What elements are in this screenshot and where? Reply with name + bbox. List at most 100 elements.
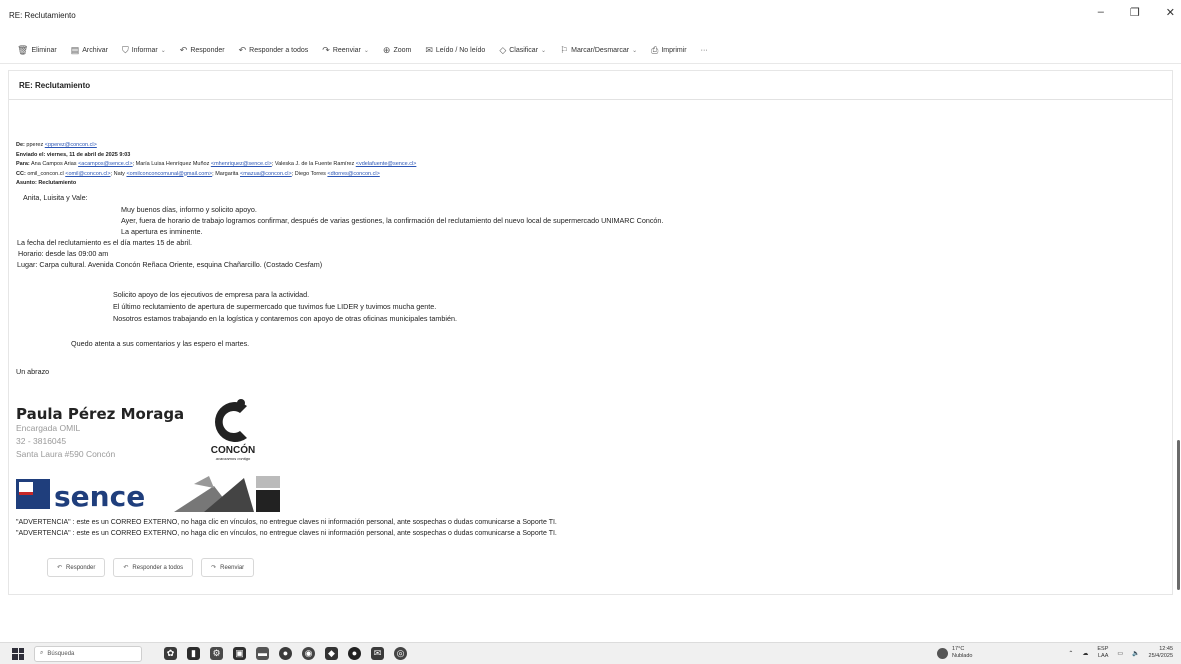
cc-email-link[interactable]: <omilconconcomunal@gmail.com>: [126, 171, 212, 177]
reply-all-bottom-button[interactable]: ↶ Responder a todos: [113, 558, 194, 577]
cc-email-link[interactable]: <dtorres@concon.cl>: [327, 171, 379, 177]
reply-icon: ↶: [179, 45, 188, 55]
sence-logo: sence: [16, 479, 145, 511]
taskbar-apps: ✿ ▮ ⚙ ▣ ▬ ● ◉ ◆ ● ✉ ◎: [164, 647, 407, 660]
body-line: Muy buenos días, informo y solicito apoy…: [121, 205, 257, 214]
cc-line: CC: omil_concon.cl <omil@concon.cl>; Nat…: [16, 170, 380, 177]
flag-icon: ⚐: [560, 45, 569, 55]
report-button[interactable]: ⛉ Informar ⌄: [115, 41, 173, 61]
body-line: El último reclutamiento de apertura de s…: [113, 302, 437, 311]
outlook-app-icon[interactable]: ✉: [371, 647, 384, 660]
concon-logo-tagline: avanzamos contigo: [216, 456, 251, 461]
forward-button[interactable]: ↷ Reenviar ⌄: [315, 41, 376, 61]
read-unread-button[interactable]: ✉ Leído / No leído: [418, 41, 492, 61]
cc-email-link[interactable]: <mazua@concon.cl>: [240, 171, 292, 177]
body-line: Ayer, fuera de horario de trabajo logram…: [121, 216, 664, 225]
to-line: Para: Ana Campos Arias <acampos@sence.cl…: [16, 161, 417, 167]
archive-icon: ▤: [70, 45, 80, 55]
network-icon[interactable]: ☁: [1082, 650, 1088, 657]
reply-actions: ↶ Responder ↶ Responder a todos ↷ Reenviar: [47, 558, 255, 577]
browser-app-icon[interactable]: ●: [279, 647, 292, 660]
body-line: Lugar: Carpa cultural. Avenida Concón Re…: [17, 260, 323, 269]
app-icon[interactable]: ⚙: [210, 647, 223, 660]
clock[interactable]: 12:45 25/4/2025: [1149, 646, 1173, 660]
reply-all-icon: ↶: [238, 45, 247, 55]
external-email-warning: "ADVERTENCIA" : este es un CORREO EXTERN…: [16, 530, 557, 537]
app-icon[interactable]: ●: [348, 647, 361, 660]
signature-role: Encargada OMIL: [16, 423, 81, 433]
taskbar-search[interactable]: ⌕ Búsqueda: [34, 645, 142, 662]
recipient-email-link[interactable]: <mhenriquez@sence.cl>: [211, 161, 272, 167]
envelope-open-icon: ✉: [425, 45, 433, 55]
reply-button[interactable]: ↶ Responder: [173, 41, 232, 61]
body-line: La apertura es inminente.: [121, 227, 203, 236]
forward-icon: ↷: [211, 565, 217, 571]
weather-widget[interactable]: 17°C Nublado: [937, 646, 973, 660]
sence-logo-text: sence: [54, 480, 145, 511]
weather-icon: [937, 647, 948, 659]
forward-bottom-button[interactable]: ↷ Reenviar: [201, 558, 255, 577]
chevron-down-icon: ⌄: [160, 48, 166, 54]
message-toolbar: 🗑 Eliminar ▤ Archivar ⛉ Informar ⌄ ↶ Responde…: [0, 38, 1181, 64]
body-closing: Un abrazo: [16, 367, 50, 376]
external-email-warning: "ADVERTENCIA" : este es un CORREO EXTERN…: [16, 519, 557, 526]
volume-icon[interactable]: 🔈: [1132, 650, 1139, 657]
window-controls: – ❐ ✕: [1098, 6, 1175, 19]
signature-phone: 32 - 3816045: [16, 436, 67, 446]
decorative-graphic-logo: [174, 476, 280, 512]
signature-address: Santa Laura #590 Concón: [16, 449, 116, 459]
body-greeting: Anita, Luisita y Vale:: [23, 193, 88, 202]
delete-button[interactable]: 🗑 Eliminar: [10, 41, 64, 61]
categorize-button[interactable]: ◇ Clasificar ⌄: [492, 41, 553, 61]
divider: [9, 99, 1172, 100]
forward-icon: ↷: [322, 45, 330, 55]
windows-taskbar: ⌕ Búsqueda ✿ ▮ ⚙ ▣ ▬ ● ◉ ◆ ● ✉ ◎ 17°C Nu…: [0, 642, 1181, 664]
body-line: Horario: desde las 09:00 am: [18, 249, 109, 258]
reading-pane: RE: Reclutamiento De: pperez <pperez@con…: [8, 70, 1173, 595]
cc-email-link[interactable]: <omil@concon.cl>: [65, 171, 110, 177]
body-line: Quedo atenta a sus comentarios y las esp…: [71, 339, 250, 348]
browser-app-icon[interactable]: ◉: [302, 647, 315, 660]
start-button[interactable]: [12, 647, 24, 660]
recipient-email-link[interactable]: <vdelafuente@sence.cl>: [356, 161, 417, 167]
flag-button[interactable]: ⚐ Marcar/Desmarcar ⌄: [553, 41, 644, 61]
recipient-email-link[interactable]: <acampos@sence.cl>: [78, 161, 133, 167]
search-icon: ⌕: [40, 650, 44, 656]
chevron-down-icon: ⌄: [363, 48, 369, 54]
monitor-icon[interactable]: ▭: [1117, 650, 1123, 657]
print-button[interactable]: ⎙ Imprimir: [644, 41, 693, 61]
message-subject: RE: Reclutamiento: [19, 81, 91, 90]
app-icon[interactable]: ▣: [233, 647, 246, 660]
concon-logo: CONCÓN avanzamos contigo: [211, 399, 255, 461]
more-options-button[interactable]: ···: [694, 41, 715, 61]
window-title: RE: Reclutamiento: [9, 10, 76, 20]
chevron-up-icon[interactable]: ⌃: [1068, 650, 1073, 657]
from-email-link[interactable]: <pperez@concon.cl>: [45, 142, 97, 148]
app-icon[interactable]: ▬: [256, 647, 269, 660]
reply-all-button[interactable]: ↶ Responder a todos: [232, 41, 316, 61]
file-explorer-app-icon[interactable]: ▮: [187, 647, 200, 660]
body-line: La fecha del reclutamiento es el día mar…: [17, 238, 192, 247]
title-bar: RE: Reclutamiento – ❐ ✕: [0, 0, 1181, 30]
reply-icon: ↶: [57, 565, 63, 571]
close-button[interactable]: ✕: [1166, 6, 1175, 19]
vertical-scrollbar[interactable]: [1177, 440, 1180, 590]
archive-button[interactable]: ▤ Archivar: [64, 41, 115, 61]
app-icon[interactable]: ◎: [394, 647, 407, 660]
zoom-button[interactable]: ⊕ Zoom: [376, 41, 418, 61]
system-tray: ⌃ ☁ ESP LAA ▭ 🔈 12:45 25/4/2025: [1068, 646, 1173, 660]
subject-line: Asunto: Reclutamiento: [16, 180, 77, 186]
tag-icon: ◇: [499, 45, 507, 55]
chevron-down-icon: ⌄: [541, 48, 547, 54]
shield-icon: ⛉: [121, 45, 129, 55]
zoom-icon: ⊕: [382, 45, 391, 55]
printer-icon: ⎙: [651, 45, 659, 55]
maximize-button[interactable]: ❐: [1130, 6, 1140, 19]
widgets-app-icon[interactable]: ✿: [164, 647, 177, 660]
concon-logo-text: CONCÓN: [211, 443, 255, 456]
app-icon[interactable]: ◆: [325, 647, 338, 660]
reply-bottom-button[interactable]: ↶ Responder: [47, 558, 106, 577]
language-indicator[interactable]: ESP LAA: [1097, 646, 1108, 660]
minimize-button[interactable]: –: [1098, 6, 1104, 19]
trash-icon: 🗑: [17, 45, 29, 55]
